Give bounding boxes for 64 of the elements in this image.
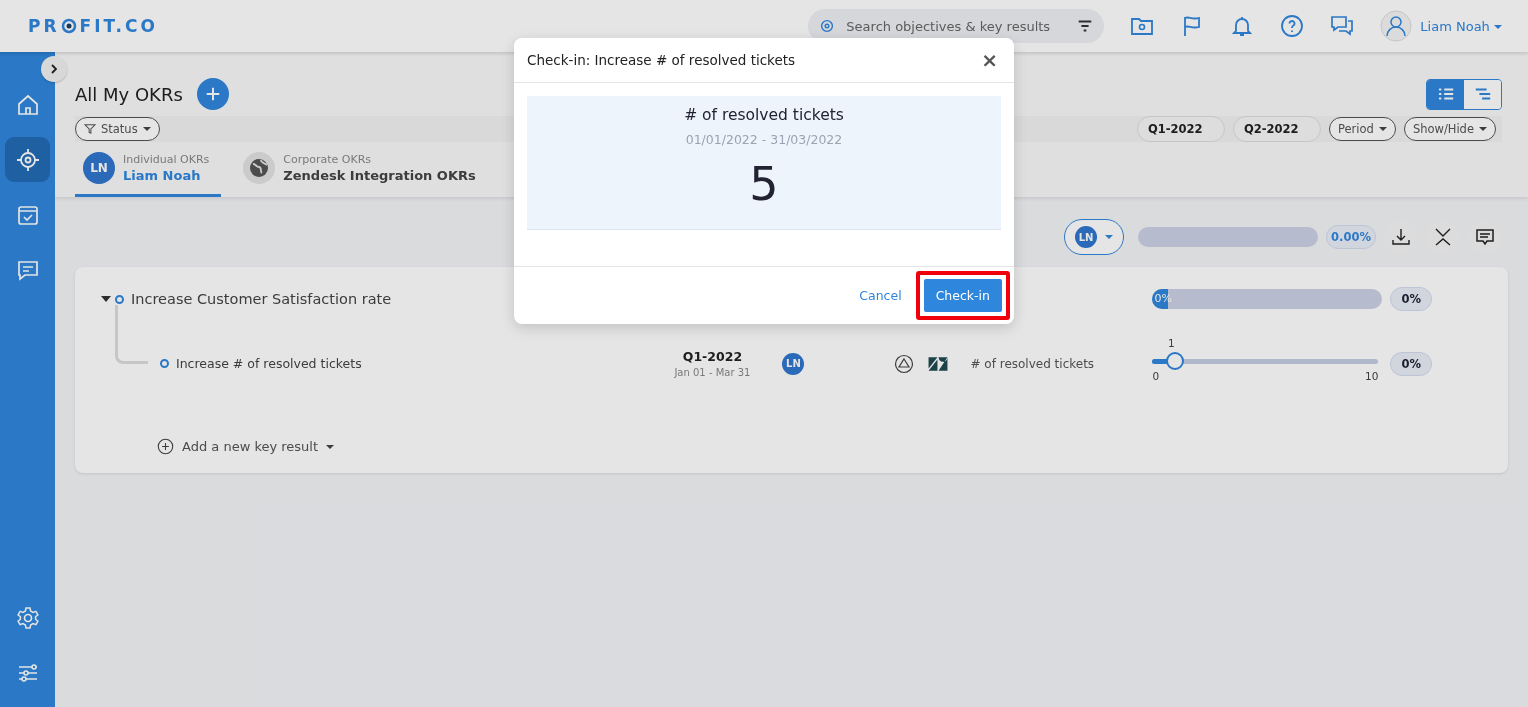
slider-max: 10 — [1365, 370, 1379, 382]
target-icon — [15, 147, 40, 172]
metric-name: # of resolved tickets — [970, 356, 1096, 371]
period-chip[interactable]: Q2-2022 — [1233, 116, 1321, 142]
page-title: All My OKRs — [75, 83, 183, 105]
date-range: 01/01/2022 - 31/03/2022 — [685, 132, 843, 147]
slider-min: 0 — [1152, 370, 1160, 382]
search-input[interactable]: Search objectives & key results — [844, 17, 1069, 35]
metric-value[interactable]: 5 — [749, 157, 779, 211]
download-icon — [1391, 227, 1411, 247]
comment-icon — [1475, 227, 1495, 247]
view-toggle[interactable] — [1427, 79, 1464, 109]
okr-tab[interactable]: LN Individual OKRs Liam Noah — [75, 146, 222, 197]
status-dot — [160, 359, 169, 368]
settings-icon — [15, 605, 40, 630]
search-field[interactable]: Search objectives & key results — [808, 9, 1105, 43]
view-toggle[interactable] — [1464, 79, 1501, 109]
tree-connector — [115, 305, 148, 364]
progress-value: 0.00% — [1326, 225, 1376, 249]
metric-name: # of resolved tickets — [684, 106, 844, 124]
tab-label: Zendesk Integration OKRs — [283, 168, 476, 183]
user-avatar-icon[interactable] — [1380, 10, 1413, 42]
triangle-circle-icon — [894, 353, 915, 374]
home-icon — [15, 92, 40, 117]
bell-icon[interactable] — [1230, 14, 1255, 38]
avatar: LN — [782, 352, 805, 375]
chevron-icon — [49, 64, 59, 74]
check-in-button[interactable]: Check-in — [923, 279, 1002, 312]
status-dot — [115, 294, 124, 304]
avatar: LN — [83, 152, 115, 184]
logo-text: FIT.CO — [79, 16, 158, 36]
close-button[interactable]: × — [977, 50, 1002, 70]
period-chip[interactable]: Q1-2022 — [1137, 116, 1225, 142]
funnel-icon — [84, 123, 96, 135]
collapse-icon — [1433, 227, 1453, 247]
period-label: Q1-2022 — [682, 349, 743, 364]
target-icon — [60, 18, 77, 34]
add-key-result-link[interactable]: Add a new key result — [157, 438, 1432, 455]
dropdown-button[interactable]: Period — [1329, 117, 1396, 141]
avatar: LN — [1075, 226, 1098, 248]
slider-value: 1 — [1168, 337, 1175, 349]
tab-label: Liam Noah — [123, 168, 202, 183]
user-menu[interactable]: Liam Noah — [1420, 18, 1502, 34]
okr-tab[interactable]: Corporate OKRs Zendesk Integration OKRs — [235, 146, 488, 197]
objective-title[interactable]: Increase Customer Satisfaction rate — [131, 291, 392, 307]
dropdown-button[interactable]: Show/Hide — [1403, 117, 1496, 141]
status-filter[interactable]: Status — [75, 117, 160, 141]
owner-filter[interactable]: LN — [1064, 219, 1125, 255]
progress-value: 0% — [1390, 287, 1432, 311]
tab-caption: Individual OKRs — [123, 153, 210, 166]
dialog-title: Check-in: Increase # of resolved tickets — [527, 52, 796, 68]
add-button[interactable] — [196, 78, 229, 110]
tab-caption: Corporate OKRs — [283, 153, 373, 166]
help-icon[interactable] — [1280, 14, 1305, 38]
plus-circle-icon — [157, 438, 174, 455]
period-dates: Jan 01 - Mar 31 — [674, 367, 751, 378]
cancel-link[interactable]: Cancel — [853, 287, 908, 304]
progress-value: 0% — [1390, 351, 1432, 376]
sidebar-item[interactable] — [5, 137, 50, 182]
expand-button[interactable] — [41, 56, 67, 82]
key-result-title[interactable]: Increase # of resolved tickets — [176, 356, 362, 371]
logo-text: PR — [28, 16, 60, 36]
slider-thumb[interactable] — [1166, 352, 1185, 370]
chat-icon[interactable] — [1330, 14, 1355, 38]
